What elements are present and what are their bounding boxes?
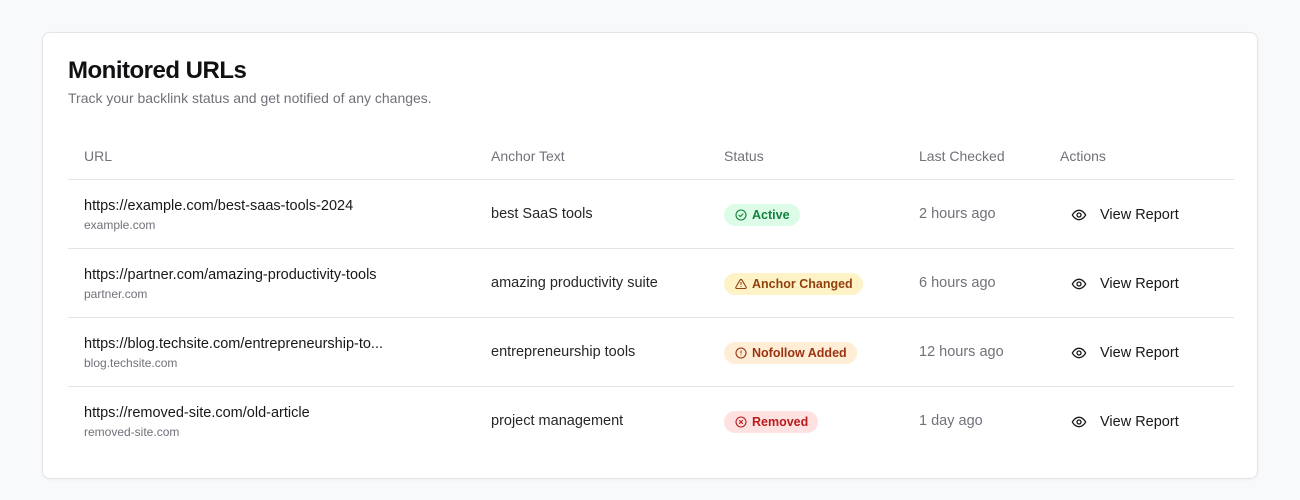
x-circle-icon	[735, 416, 747, 428]
monitored-urls-card: Monitored URLs Track your backlink statu…	[42, 32, 1258, 479]
eye-icon	[1071, 209, 1087, 221]
view-report-button[interactable]: View Report	[1071, 204, 1179, 226]
column-header-status: Status	[724, 148, 764, 164]
anchor-text: best SaaS tools	[491, 206, 593, 222]
warning-triangle-icon	[735, 278, 747, 290]
eye-icon	[1071, 416, 1087, 428]
urls-table: URL Anchor Text Status Last Checked Acti…	[68, 143, 1234, 456]
column-header-actions: Actions	[1060, 148, 1106, 164]
status-badge: Anchor Changed	[724, 273, 863, 295]
view-report-button[interactable]: View Report	[1071, 411, 1179, 433]
last-checked: 2 hours ago	[919, 206, 996, 222]
alert-circle-icon	[735, 347, 747, 359]
view-report-label: View Report	[1100, 207, 1179, 223]
url-link[interactable]: https://removed-site.com/old-article	[84, 405, 310, 421]
url-domain: example.com	[84, 218, 156, 232]
eye-icon	[1071, 278, 1087, 290]
view-report-label: View Report	[1100, 276, 1179, 292]
url-domain: partner.com	[84, 287, 148, 301]
url-link[interactable]: https://partner.com/amazing-productivity…	[84, 267, 377, 283]
table-row: https://partner.com/amazing-productivity…	[68, 249, 1234, 318]
status-label: Anchor Changed	[752, 277, 853, 291]
column-header-last-checked: Last Checked	[919, 148, 1005, 164]
url-link[interactable]: https://example.com/best-saas-tools-2024	[84, 198, 353, 214]
anchor-text: entrepreneurship tools	[491, 344, 636, 360]
table-row: https://removed-site.com/old-article rem…	[68, 387, 1234, 456]
view-report-button[interactable]: View Report	[1071, 273, 1179, 295]
last-checked: 12 hours ago	[919, 344, 1004, 360]
eye-icon	[1071, 347, 1087, 359]
table-row: https://example.com/best-saas-tools-2024…	[68, 180, 1234, 249]
column-header-anchor-text: Anchor Text	[491, 148, 565, 164]
status-label: Active	[752, 208, 790, 222]
status-badge: Active	[724, 204, 800, 226]
last-checked: 1 day ago	[919, 413, 983, 429]
status-label: Nofollow Added	[752, 346, 847, 360]
view-report-label: View Report	[1100, 414, 1179, 430]
url-link[interactable]: https://blog.techsite.com/entrepreneursh…	[84, 336, 383, 352]
last-checked: 6 hours ago	[919, 275, 996, 291]
anchor-text: project management	[491, 413, 624, 429]
view-report-button[interactable]: View Report	[1071, 342, 1179, 364]
url-domain: blog.techsite.com	[84, 356, 178, 370]
table-header: URL Anchor Text Status Last Checked Acti…	[68, 143, 1234, 180]
page-title: Monitored URLs	[68, 57, 247, 84]
page-subtitle: Track your backlink status and get notif…	[68, 90, 432, 106]
column-header-url: URL	[84, 148, 113, 164]
view-report-label: View Report	[1100, 345, 1179, 361]
status-badge: Nofollow Added	[724, 342, 857, 364]
status-label: Removed	[752, 415, 809, 429]
url-domain: removed-site.com	[84, 425, 180, 439]
anchor-text: amazing productivity suite	[491, 275, 658, 291]
table-row: https://blog.techsite.com/entrepreneursh…	[68, 318, 1234, 387]
check-circle-icon	[735, 209, 747, 221]
status-badge: Removed	[724, 411, 819, 433]
